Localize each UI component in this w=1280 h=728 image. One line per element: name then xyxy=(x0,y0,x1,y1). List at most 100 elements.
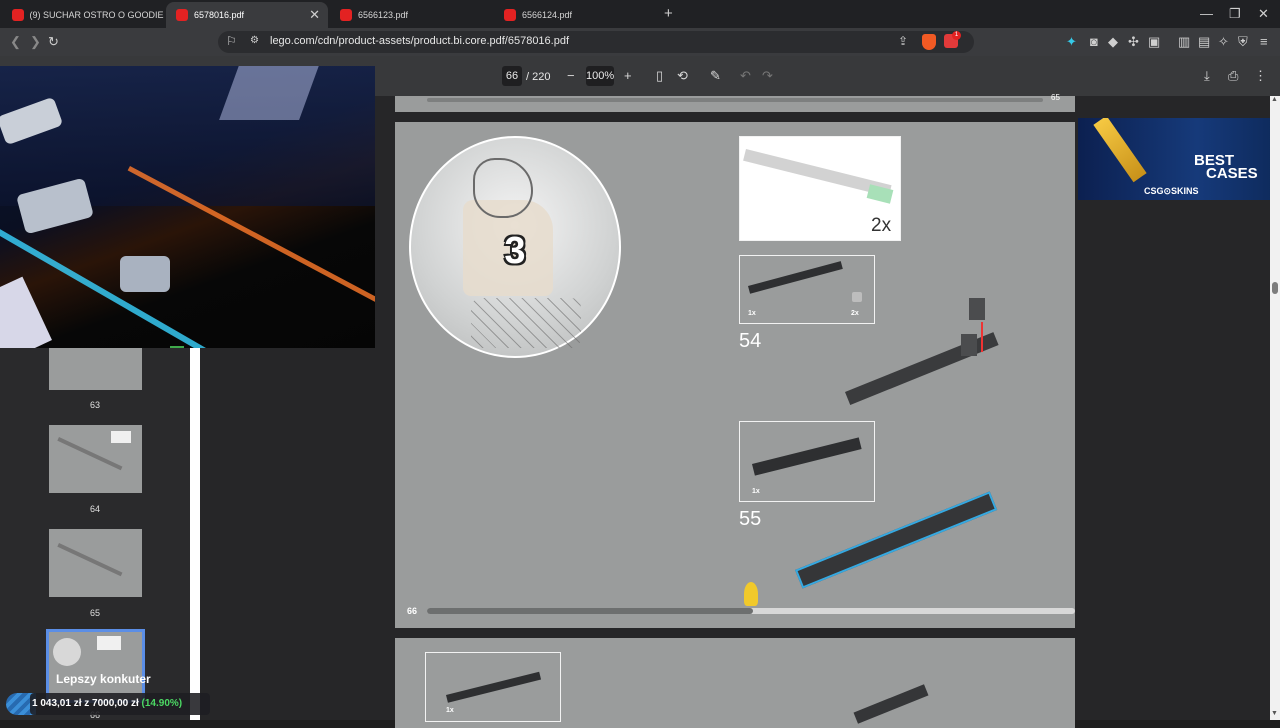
connector-part xyxy=(852,292,862,302)
bookmark-icon[interactable]: ⚐ xyxy=(226,34,237,48)
webcam-overlay xyxy=(0,66,375,348)
led-strip-blue xyxy=(0,206,359,348)
connector-upper xyxy=(969,298,985,320)
back-icon[interactable]: ❮ xyxy=(10,34,21,50)
new-tab-button[interactable]: + xyxy=(664,5,673,22)
undo-icon[interactable]: ↶ xyxy=(740,68,751,84)
step-number: 54 xyxy=(739,330,762,352)
thumbnail-page-65[interactable] xyxy=(49,529,142,597)
minimize-button[interactable]: — xyxy=(1200,6,1213,21)
parts-pile xyxy=(471,298,581,348)
extension-icon-3[interactable]: ◆ xyxy=(1108,34,1118,50)
tab-pdf-3[interactable]: 6566124.pdf xyxy=(494,2,656,28)
step-55-parts-box: 1x xyxy=(739,421,875,502)
thumbnail-page-64[interactable] xyxy=(49,425,142,493)
next-page-parts-box: 1x xyxy=(425,652,561,722)
more-options-icon[interactable]: ⋮ xyxy=(1254,68,1267,84)
extension-icon-2[interactable]: ◙ xyxy=(1090,34,1098,50)
extension-translate-icon[interactable]: ✦ xyxy=(1066,34,1077,50)
tab-pdf-2[interactable]: 6566123.pdf xyxy=(330,2,492,28)
bag-number: 3 xyxy=(504,230,526,272)
extension-icon-5[interactable]: ▣ xyxy=(1148,34,1160,50)
page-number-input[interactable]: 66 xyxy=(502,66,522,86)
part-qty: 1x xyxy=(748,310,756,317)
thumbnail-sidebar: 63 64 65 66 xyxy=(0,348,200,720)
hand-outline xyxy=(473,158,533,218)
tab-youtube[interactable]: (9) SUCHAR OSTRO O GOODIES! OD xyxy=(2,2,164,28)
knife-graphic xyxy=(1093,118,1147,183)
current-page: 3 2x 1x 2x 54 1x 55 66 xyxy=(395,122,1075,628)
tab-active-pdf[interactable]: 6578016.pdf ✕ xyxy=(166,2,328,28)
sidebar-divider[interactable] xyxy=(190,348,200,720)
fit-page-icon[interactable]: ▯ xyxy=(656,68,663,84)
previous-page: 65 xyxy=(395,93,1075,112)
tab-label: 6566123.pdf xyxy=(358,10,409,20)
ad-banner[interactable]: BEST CASES CSG⊙SKINS xyxy=(1078,118,1276,200)
thumb-bag xyxy=(53,638,81,666)
scroll-up-icon[interactable]: ▲ xyxy=(1271,96,1278,103)
thumbnail-page-63[interactable] xyxy=(49,348,142,390)
address-bar[interactable]: ⚐ ⚙ lego.com/cdn/product-assets/product.… xyxy=(218,31,974,53)
restore-button[interactable]: ❐ xyxy=(1229,6,1241,22)
thumb-assembly xyxy=(57,543,123,577)
next-page: 1x xyxy=(395,638,1075,728)
part-multiplier: 2x xyxy=(871,215,892,236)
beam-part xyxy=(748,261,843,294)
ad-brand: CSG⊙SKINS xyxy=(1144,186,1199,196)
rewards-badge: 1 xyxy=(952,31,961,40)
forward-icon[interactable]: ❯ xyxy=(30,34,41,50)
goal-percent: (14.90%) xyxy=(141,698,183,709)
scroll-down-icon[interactable]: ▼ xyxy=(1271,710,1278,717)
url-text: lego.com/cdn/product-assets/product.bi.c… xyxy=(270,35,570,47)
tab-label: 6578016.pdf xyxy=(194,10,245,20)
reload-icon[interactable]: ↻ xyxy=(48,34,59,50)
thumbnail-label: 64 xyxy=(89,504,100,514)
lego-icon xyxy=(340,9,352,21)
youtube-icon xyxy=(12,9,24,21)
progress-bar xyxy=(427,98,1043,102)
thumbnail-page-66-selected[interactable] xyxy=(46,629,145,703)
page-total: / 220 xyxy=(526,71,551,83)
page-number-label: 65 xyxy=(1051,93,1060,102)
sidebar-icon[interactable]: ▥ xyxy=(1178,34,1190,50)
download-icon[interactable]: ⤓ xyxy=(1204,68,1210,84)
goal-title: Lepszy konkuter xyxy=(56,672,151,686)
connector-lower xyxy=(961,334,977,356)
lego-icon xyxy=(504,9,516,21)
brave-shield-icon[interactable] xyxy=(922,34,936,50)
zoom-level-input[interactable]: 100% xyxy=(586,66,614,86)
rotate-icon[interactable]: ⟲ xyxy=(677,68,688,84)
scrollbar-thumb[interactable] xyxy=(1272,282,1278,294)
lego-icon xyxy=(176,9,188,21)
part-qty: 1x xyxy=(446,707,454,714)
menu-icon[interactable]: ≡ xyxy=(1260,34,1268,50)
wallet-icon[interactable]: ▤ xyxy=(1198,34,1210,50)
minifigure-icon xyxy=(744,582,758,606)
share-icon[interactable]: ⇪ xyxy=(898,34,908,48)
redo-icon[interactable]: ↷ xyxy=(762,68,773,84)
thumb-callout xyxy=(111,431,131,443)
annotate-icon[interactable]: ✎ xyxy=(710,68,721,84)
goal-progress: 1 043,01 zł z 7000,00 zł (14.90%) xyxy=(30,693,210,715)
browser-toolbar: ❮ ❯ ↻ ⚐ ⚙ lego.com/cdn/product-assets/pr… xyxy=(0,28,1280,56)
goal-amount: 1 043,01 zł z 7000,00 zł xyxy=(32,698,139,709)
zoom-out-button[interactable]: − xyxy=(567,68,575,84)
box-corner xyxy=(0,276,52,348)
part-qty: 2x xyxy=(851,310,859,317)
scrollbar[interactable] xyxy=(1270,96,1280,720)
print-icon[interactable]: ⎙ xyxy=(1228,68,1238,84)
zoom-in-button[interactable]: + xyxy=(624,68,632,84)
extensions-puzzle-icon[interactable]: ✣ xyxy=(1128,34,1139,50)
placement-arrow xyxy=(981,322,983,352)
ship-model xyxy=(120,256,170,292)
leo-icon[interactable]: ✧ xyxy=(1218,34,1229,50)
tab-label: 6566124.pdf xyxy=(522,10,573,20)
beam-part xyxy=(446,671,542,703)
page-number-label: 66 xyxy=(407,606,418,616)
vpn-icon[interactable]: ⛨ xyxy=(1238,34,1248,50)
step-55-assembly xyxy=(795,491,998,589)
site-info-icon[interactable]: ⚙ xyxy=(250,35,259,46)
close-tab-icon[interactable]: ✕ xyxy=(309,7,320,23)
close-window-button[interactable]: ✕ xyxy=(1258,6,1269,22)
step-54-parts-box: 1x 2x xyxy=(739,255,875,324)
